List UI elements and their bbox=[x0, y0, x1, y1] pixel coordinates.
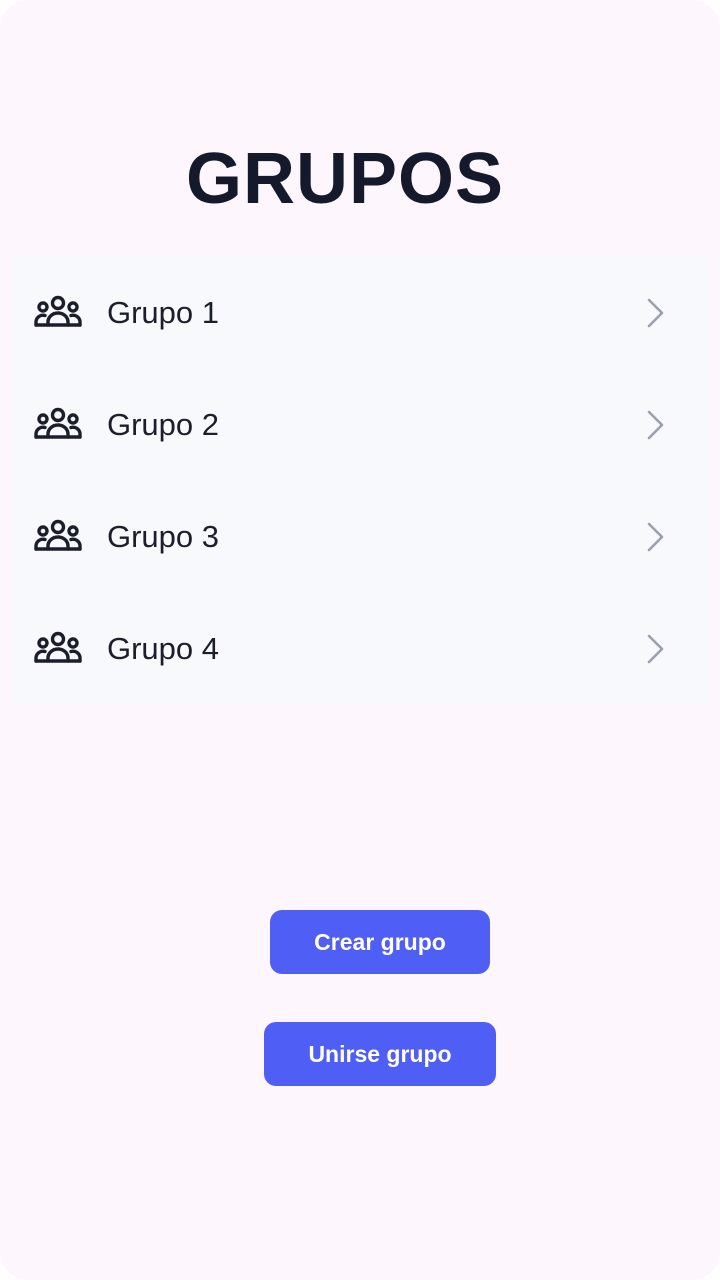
groups-screen: GRUPOS Grupo 1 Grupo 2 Grupo 3 Grupo 4 C… bbox=[0, 0, 720, 1280]
group-item-1[interactable]: Grupo 1 bbox=[10, 257, 710, 369]
group-item-4[interactable]: Grupo 4 bbox=[10, 593, 710, 705]
group-list: Grupo 1 Grupo 2 Grupo 3 Grupo 4 bbox=[10, 257, 710, 705]
group-label: Grupo 4 bbox=[107, 631, 220, 666]
chevron-right-icon bbox=[647, 410, 664, 440]
group-icon bbox=[34, 631, 82, 663]
group-icon bbox=[34, 295, 82, 327]
chevron-right-icon bbox=[647, 634, 664, 664]
group-label: Grupo 3 bbox=[107, 519, 220, 554]
chevron-right-icon bbox=[647, 522, 664, 552]
group-icon bbox=[34, 407, 82, 439]
group-label: Grupo 2 bbox=[107, 407, 220, 442]
chevron-right-icon bbox=[647, 298, 664, 328]
group-item-2[interactable]: Grupo 2 bbox=[10, 369, 710, 481]
page-title: GRUPOS bbox=[185, 139, 505, 219]
group-item-3[interactable]: Grupo 3 bbox=[10, 481, 710, 593]
group-icon bbox=[34, 519, 82, 551]
group-label: Grupo 1 bbox=[107, 295, 220, 330]
join-group-button[interactable]: Unirse grupo bbox=[264, 1022, 496, 1086]
create-group-button[interactable]: Crear grupo bbox=[270, 910, 490, 974]
